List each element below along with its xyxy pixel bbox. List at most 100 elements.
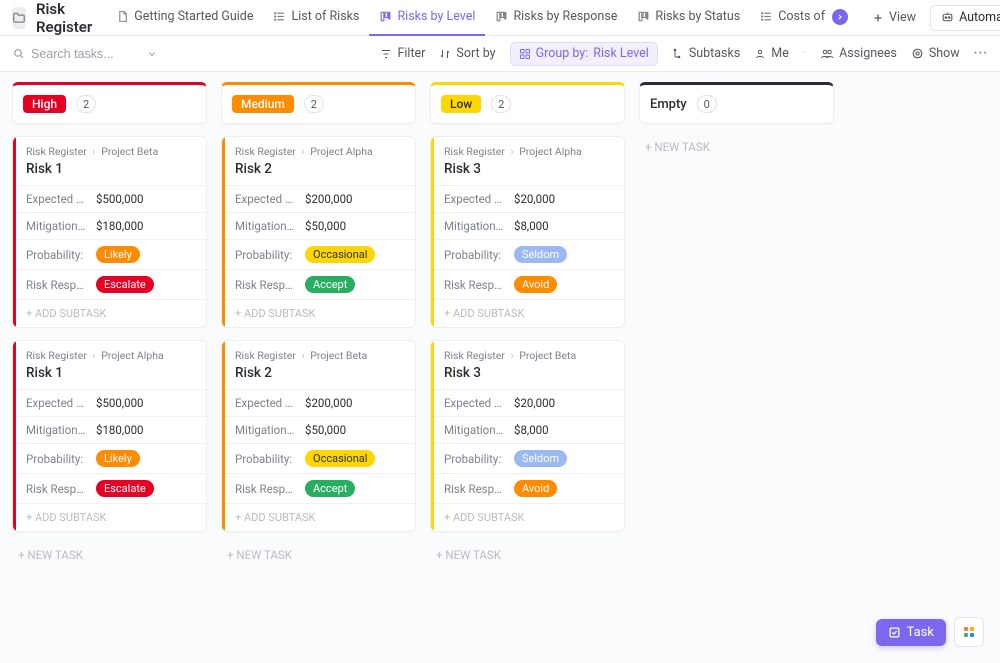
field-label-expected-cost: Expected Cost [235,396,297,410]
view-tab-list-of-risks[interactable]: List of Risks [263,0,369,36]
view-icon [495,10,508,23]
breadcrumb-root: Risk Register [235,349,296,362]
breadcrumb-root: Risk Register [26,349,87,362]
response-tag: Avoid [514,276,557,293]
add-subtask-button[interactable]: + ADD SUBTASK [16,299,206,327]
field-value-expected-cost: $200,000 [305,396,353,410]
chevron-right-icon: › [92,145,95,158]
field-label-mitigation-cost: Mitigation Cost [444,219,506,233]
breadcrumb: Risk Register › Project Beta [225,341,415,362]
field-label-risk-response: Risk Response [235,482,297,496]
view-tab-label: Risks by Response [513,9,617,24]
view-icon [637,10,650,23]
assignees-label: Assignees [839,46,897,61]
field-label-expected-cost: Expected Cost [444,192,506,206]
more-options-button[interactable]: ··· [974,46,988,61]
subtasks-label: Subtasks [689,46,740,61]
probability-tag: Seldom [514,246,567,263]
task-title: Risk 3 [434,362,624,389]
new-task-button[interactable]: + NEW TASK [12,544,207,566]
view-tab-label: Risks by Level [397,9,475,24]
task-card[interactable]: Risk Register › Project Beta Risk 3 Expe… [430,340,625,532]
task-card[interactable]: Risk Register › Project Alpha Risk 1 Exp… [12,340,207,532]
response-tag: Accept [305,480,355,497]
group-by-value: Risk Level [593,46,649,61]
response-tag: Escalate [96,480,154,497]
search-input[interactable] [31,47,141,61]
task-card[interactable]: Risk Register › Project Beta Risk 2 Expe… [221,340,416,532]
add-subtask-button[interactable]: + ADD SUBTASK [16,503,206,531]
task-title: Risk 3 [434,158,624,185]
task-card[interactable]: Risk Register › Project Alpha Risk 3 Exp… [430,136,625,328]
breadcrumb: Risk Register › Project Beta [434,341,624,362]
breadcrumb-project: Project Alpha [310,145,372,158]
breadcrumb: Risk Register › Project Alpha [225,137,415,158]
automate-label: Automate [959,10,1000,25]
field-label-probability: Probability: [444,452,506,466]
show-button[interactable]: Show [911,46,960,61]
view-tab-getting-started-guide[interactable]: Getting Started Guide [106,0,263,36]
view-tab-risks-by-status[interactable]: Risks by Status [627,0,750,36]
kanban-board: High 2 Risk Register › Project Beta Risk… [0,72,1000,663]
add-subtask-button[interactable]: + ADD SUBTASK [434,299,624,327]
new-task-fab[interactable]: Task [876,619,946,646]
column-count: 2 [76,95,96,113]
column-medium: Medium 2 Risk Register › Project Alpha R… [221,82,416,566]
column-header[interactable]: Medium 2 [221,82,416,124]
me-button[interactable]: Me [754,46,789,61]
field-label-expected-cost: Expected Cost [26,192,88,206]
control-bar: Filter Sort by Group by: Risk Level Subt… [0,36,1000,72]
field-value-expected-cost: $500,000 [96,396,144,410]
folder-icon[interactable] [12,7,26,29]
chevron-right-icon: › [510,349,513,362]
view-tab-label: Costs of [778,9,825,24]
sort-button[interactable]: Sort by [439,46,495,61]
column-empty: Empty 0 + NEW TASK [639,82,834,158]
breadcrumb-project: Project Beta [310,349,367,362]
group-by-button[interactable]: Group by: Risk Level [510,42,658,66]
new-task-button[interactable]: + NEW TASK [221,544,416,566]
field-label-mitigation-cost: Mitigation Cost [26,423,88,437]
field-label-expected-cost: Expected Cost [26,396,88,410]
column-level-label: Medium [232,95,294,113]
filter-button[interactable]: Filter [380,46,425,61]
view-tab-risks-by-level[interactable]: Risks by Level [369,0,485,36]
apps-fab[interactable] [954,617,984,647]
page-title: Risk Register [36,0,92,36]
column-header[interactable]: Low 2 [430,82,625,124]
new-task-button[interactable]: + NEW TASK [430,544,625,566]
field-value-mitigation-cost: $8,000 [514,423,549,437]
chevron-right-icon: › [301,349,304,362]
task-card[interactable]: Risk Register › Project Alpha Risk 2 Exp… [221,136,416,328]
new-task-button[interactable]: + NEW TASK [639,136,834,158]
view-icon [760,10,773,23]
response-tag: Avoid [514,480,557,497]
view-tab-costs-of[interactable]: Costs of [750,0,858,36]
field-label-expected-cost: Expected Cost [444,396,506,410]
task-card[interactable]: Risk Register › Project Beta Risk 1 Expe… [12,136,207,328]
breadcrumb: Risk Register › Project Alpha [434,137,624,158]
column-header[interactable]: Empty 0 [639,82,834,124]
sort-label: Sort by [456,46,495,61]
assignees-button[interactable]: Assignees [820,46,897,61]
add-subtask-button[interactable]: + ADD SUBTASK [434,503,624,531]
column-level-label: Low [441,95,481,113]
field-label-probability: Probability: [235,248,297,262]
top-bar: Risk Register Getting Started GuideList … [0,0,1000,36]
subtasks-button[interactable]: Subtasks [672,46,740,61]
automate-button[interactable]: Automate [930,5,1000,31]
more-views-chip[interactable] [832,9,848,25]
add-view-button[interactable]: View [862,10,926,25]
chevron-right-icon: › [510,145,513,158]
field-value-mitigation-cost: $50,000 [305,423,346,437]
response-tag: Escalate [96,276,154,293]
column-header[interactable]: High 2 [12,82,207,124]
column-count: 2 [491,95,511,113]
add-subtask-button[interactable]: + ADD SUBTASK [225,503,415,531]
field-value-expected-cost: $500,000 [96,192,144,206]
view-tab-risks-by-response[interactable]: Risks by Response [485,0,627,36]
column-count: 2 [304,95,324,113]
field-label-risk-response: Risk Response [235,278,297,292]
search-caret-icon[interactable] [147,49,157,59]
add-subtask-button[interactable]: + ADD SUBTASK [225,299,415,327]
